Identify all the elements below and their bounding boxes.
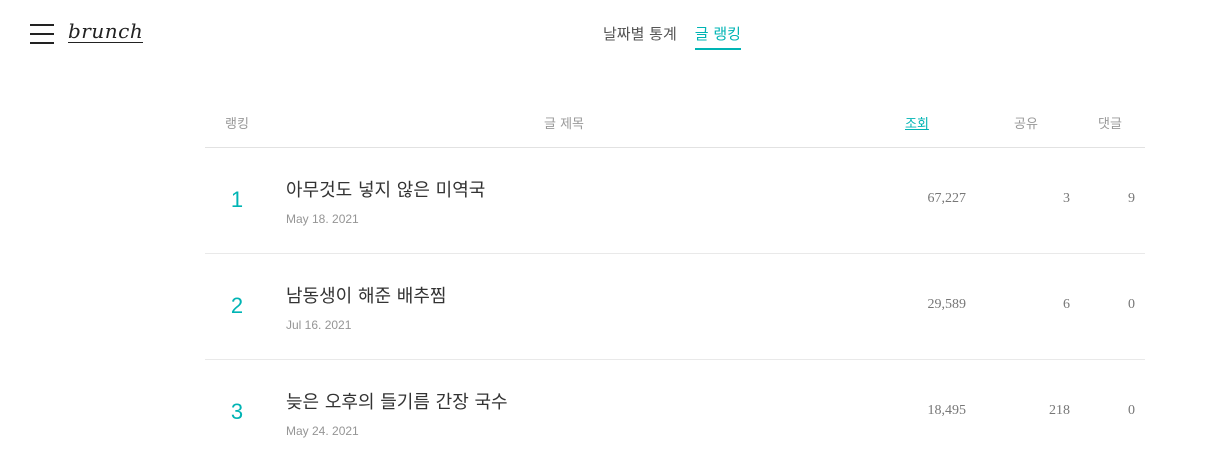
post-title-link[interactable]: 아무것도 넣지 않은 미역국 xyxy=(286,179,485,203)
column-rank: 랭킹 xyxy=(225,117,249,132)
ranking-table: 랭킹 글 제목 조회 공유 댓글 1 아무것도 넣지 않은 미역국 May 18… xyxy=(205,112,1145,465)
tab-daily-stats[interactable]: 날짜별 통계 xyxy=(603,24,677,50)
column-views-sort[interactable]: 조회 xyxy=(905,116,929,134)
table-row: 1 아무것도 넣지 않은 미역국 May 18. 2021 67,227 3 9 xyxy=(205,148,1145,254)
comment-count: 0 xyxy=(1128,297,1135,312)
comment-count: 9 xyxy=(1128,191,1135,206)
stats-tabs: 날짜별 통계 글 랭킹 xyxy=(603,24,741,50)
view-count: 18,495 xyxy=(927,403,967,418)
post-date: May 18. 2021 xyxy=(286,212,359,226)
column-share-sort[interactable]: 공유 xyxy=(1014,116,1038,134)
rank-number: 3 xyxy=(230,399,244,424)
brunch-logo[interactable]: brunch xyxy=(68,20,144,43)
post-title-link[interactable]: 남동생이 해준 배추찜 xyxy=(286,285,446,309)
view-count: 67,227 xyxy=(927,191,967,206)
share-count: 218 xyxy=(1049,403,1070,418)
table-header: 랭킹 글 제목 조회 공유 댓글 xyxy=(205,112,1145,148)
header: brunch 날짜별 통계 글 랭킹 xyxy=(0,0,1205,70)
post-date: Jul 16. 2021 xyxy=(286,318,352,332)
rank-number: 1 xyxy=(230,187,244,212)
post-title-link[interactable]: 늦은 오후의 들기름 간장 국수 xyxy=(286,391,508,415)
rank-number: 2 xyxy=(230,293,244,318)
view-count: 29,589 xyxy=(927,297,967,312)
tab-post-ranking[interactable]: 글 랭킹 xyxy=(694,24,741,50)
column-comments-sort[interactable]: 댓글 xyxy=(1098,116,1122,134)
comment-count: 0 xyxy=(1128,403,1135,418)
post-date: May 24. 2021 xyxy=(286,424,359,438)
share-count: 3 xyxy=(1063,191,1070,206)
table-row: 3 늦은 오후의 들기름 간장 국수 May 24. 2021 18,495 2… xyxy=(205,360,1145,465)
table-row: 2 남동생이 해준 배추찜 Jul 16. 2021 29,589 6 0 xyxy=(205,254,1145,360)
share-count: 6 xyxy=(1063,297,1070,312)
hamburger-menu-icon[interactable] xyxy=(30,24,54,44)
column-title: 글 제목 xyxy=(544,117,585,132)
